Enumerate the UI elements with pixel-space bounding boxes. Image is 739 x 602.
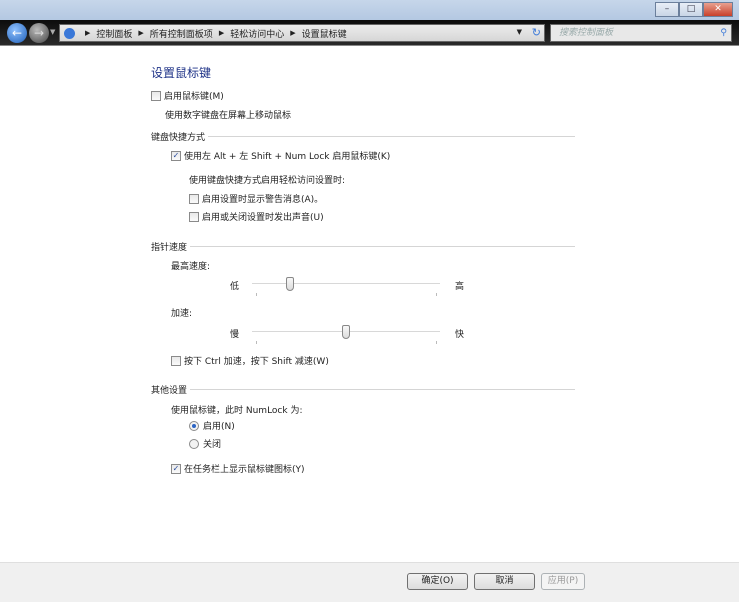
shortcut-checkbox[interactable]: ✓ 使用左 Alt + 左 Shift + Num Lock 启用鼠标键(K) bbox=[171, 149, 390, 162]
radio-label: 关闭 bbox=[203, 440, 222, 450]
numlock-on-radio[interactable]: 启用(N) bbox=[189, 419, 235, 432]
top-speed-slider[interactable] bbox=[252, 276, 440, 296]
cancel-button[interactable]: 取消 bbox=[474, 573, 535, 590]
breadcrumb-mouse-keys[interactable]: 设置鼠标键 bbox=[302, 27, 347, 40]
group-heading: 键盘快捷方式 bbox=[151, 133, 206, 143]
top-speed-label: 最高速度: bbox=[171, 262, 211, 272]
acceleration-min-label: 慢 bbox=[230, 330, 240, 340]
radio-label: 启用(N) bbox=[203, 422, 235, 432]
checkbox-label: 使用左 Alt + 左 Shift + Num Lock 启用鼠标键(K) bbox=[184, 152, 391, 162]
search-placeholder: 搜索控制面板 bbox=[559, 28, 614, 38]
group-heading: 指针速度 bbox=[151, 243, 188, 253]
refresh-icon[interactable]: ↻ bbox=[532, 26, 541, 39]
footer-bar: 确定(O) 取消 应用(P) bbox=[0, 562, 739, 602]
checkbox-label: 启用鼠标键(M) bbox=[164, 92, 224, 102]
chevron-right-icon: ▶ bbox=[138, 29, 144, 37]
top-speed-max-label: 高 bbox=[455, 282, 465, 292]
enable-mouse-keys-checkbox[interactable]: 启用鼠标键(M) bbox=[151, 89, 224, 102]
radio-selected-icon[interactable] bbox=[189, 420, 199, 431]
checkbox-box[interactable] bbox=[189, 193, 199, 204]
checkbox-label: 按下 Ctrl 加速，按下 Shift 减速(W) bbox=[184, 357, 329, 367]
radio-icon[interactable] bbox=[189, 438, 199, 449]
checkbox-label: 启用设置时显示警告消息(A)。 bbox=[202, 195, 324, 205]
address-dropdown-icon[interactable]: ▼ bbox=[517, 28, 522, 36]
address-bar[interactable]: ▶ 控制面板 ▶ 所有控制面板项 ▶ 轻松访问中心 ▶ 设置鼠标键 ▼ ↻ bbox=[59, 24, 545, 42]
ok-button[interactable]: 确定(O) bbox=[407, 573, 468, 590]
title-bar: – □ ✕ bbox=[0, 0, 739, 20]
numlock-off-radio[interactable]: 关闭 bbox=[189, 437, 221, 450]
navigation-bar: ← → ▼ ▶ 控制面板 ▶ 所有控制面板项 ▶ 轻松访问中心 ▶ 设置鼠标键 ▼ ↻ … bbox=[0, 20, 739, 46]
acceleration-label: 加速: bbox=[171, 309, 193, 319]
chevron-right-icon: ▶ bbox=[85, 29, 91, 37]
warning-message-checkbox[interactable]: 启用设置时显示警告消息(A)。 bbox=[189, 192, 323, 205]
breadcrumb-all-items[interactable]: 所有控制面板项 bbox=[150, 27, 213, 40]
search-icon[interactable]: ⚲ bbox=[720, 25, 727, 41]
chevron-right-icon: ▶ bbox=[290, 29, 296, 37]
keyboard-shortcut-group: 键盘快捷方式 bbox=[151, 130, 575, 143]
back-button[interactable]: ← bbox=[7, 23, 27, 43]
slider-thumb[interactable] bbox=[286, 277, 295, 291]
enable-description: 使用数字键盘在屏幕上移动鼠标 bbox=[165, 111, 292, 121]
maximize-button[interactable]: □ bbox=[679, 2, 703, 17]
close-button[interactable]: ✕ bbox=[703, 2, 733, 17]
apply-button[interactable]: 应用(P) bbox=[541, 573, 585, 590]
shortcut-sub-description: 使用键盘快捷方式启用轻松访问设置时: bbox=[189, 176, 346, 186]
checkbox-box[interactable] bbox=[171, 355, 181, 366]
acceleration-max-label: 快 bbox=[455, 330, 465, 340]
top-speed-min-label: 低 bbox=[230, 282, 240, 292]
minimize-button[interactable]: – bbox=[655, 2, 679, 17]
numlock-description: 使用鼠标键，此时 NumLock 为: bbox=[171, 406, 303, 416]
checkbox-box[interactable] bbox=[189, 211, 199, 222]
checkbox-box[interactable] bbox=[151, 90, 161, 101]
chevron-right-icon: ▶ bbox=[218, 29, 225, 37]
breadcrumb-control-panel[interactable]: 控制面板 bbox=[96, 27, 132, 40]
checkbox-label: 在任务栏上显示鼠标键图标(Y) bbox=[184, 465, 305, 475]
forward-button[interactable]: → bbox=[29, 23, 49, 43]
taskbar-icon-checkbox[interactable]: ✓ 在任务栏上显示鼠标键图标(Y) bbox=[171, 462, 305, 475]
acceleration-slider[interactable] bbox=[252, 324, 440, 344]
slider-thumb[interactable] bbox=[342, 325, 350, 339]
pointer-speed-group: 指针速度 bbox=[151, 240, 575, 253]
breadcrumb-ease-of-access[interactable]: 轻松访问中心 bbox=[230, 27, 284, 40]
checkmark-icon[interactable]: ✓ bbox=[171, 150, 181, 161]
ctrl-shift-checkbox[interactable]: 按下 Ctrl 加速，按下 Shift 减速(W) bbox=[171, 354, 329, 367]
group-heading: 其他设置 bbox=[151, 386, 188, 396]
control-panel-icon bbox=[64, 27, 75, 39]
recent-pages-dropdown[interactable]: ▼ bbox=[50, 28, 55, 36]
content-area: 设置鼠标键 启用鼠标键(M) 使用数字键盘在屏幕上移动鼠标 键盘快捷方式 ✓ 使用… bbox=[0, 47, 739, 562]
checkbox-label: 启用或关闭设置时发出声音(U) bbox=[202, 213, 324, 223]
sound-checkbox[interactable]: 启用或关闭设置时发出声音(U) bbox=[189, 210, 324, 223]
other-settings-group: 其他设置 bbox=[151, 383, 575, 396]
page-title: 设置鼠标键 bbox=[151, 66, 212, 80]
search-input[interactable]: 搜索控制面板 ⚲ bbox=[550, 24, 732, 42]
checkmark-icon[interactable]: ✓ bbox=[171, 463, 181, 474]
